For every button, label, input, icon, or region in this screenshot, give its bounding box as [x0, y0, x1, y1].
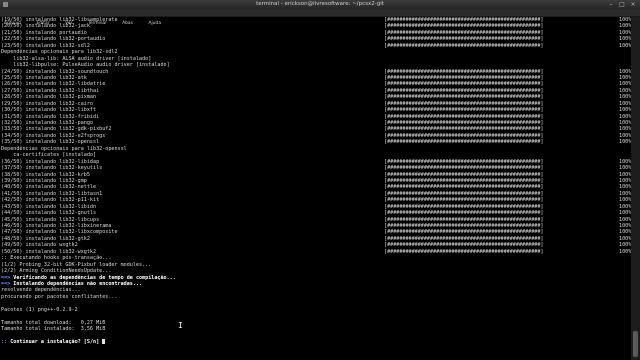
line-text: lib32-libpulse: PulseAudio audio driver … [1, 62, 170, 69]
menu-bar: Arquivo Editar Ver Terminal Abas Ajuda [0, 9, 640, 26]
line-text: (39/50) instalando lib32-gmp [1, 177, 87, 184]
line-text: (42/50) instalando lib32-p11-kit [1, 197, 100, 204]
line-text: (25/50) instalando lib32-atk [1, 74, 87, 81]
line-text: Pacotes (1) png++-0.2.9-2 [1, 306, 78, 313]
line-text: (27/50) instalando lib32-libthai [1, 87, 100, 94]
line-text: (31/50) instalando lib32-fribidi [1, 113, 100, 120]
line-text: Tamanho total download: 0,27 MiB [1, 319, 106, 326]
line-text: (28/50) instalando lib32-pixman [1, 94, 97, 101]
window-titlebar[interactable]: terminal - erickson@livresoftware: ~/pcs… [0, 0, 640, 9]
line-text: (41/50) instalando lib32-libtasn1 [1, 190, 103, 197]
line-text: (2/2) Arming ConditionNeedsUpdate... [1, 268, 112, 275]
prompt-arrow: ==> [1, 274, 11, 281]
line-text: (45/50) instalando lib32-libcups [1, 216, 100, 223]
line-text: Continuar a instalação? [S/n] [7, 338, 103, 345]
line-text: Dependências opcionais para lib32-openss… [1, 145, 127, 152]
terminal-scrollbar[interactable] [631, 17, 640, 360]
line-text: (47/50) instalando lib32-libxcomposite [1, 229, 118, 236]
close-icon[interactable]: × [628, 0, 638, 9]
terminal-app-icon [3, 2, 8, 7]
line-text: (20/50) instalando lib32-jack [1, 23, 90, 30]
line-text: (38/50) instalando lib32-krb5 [1, 171, 90, 178]
line-text: Dependências opcionais para lib32-sdl2 [1, 49, 118, 56]
line-text: Verificando as dependências de tempo de … [10, 274, 176, 281]
window-title: terminal - erickson@livresoftware: ~/pcs… [256, 1, 384, 7]
line-text: (21/50) instalando portaudio [1, 29, 87, 36]
line-text: (26/50) instalando lib32-libdatrie [1, 81, 106, 88]
line-text: (48/50) instalando lib32-gtk2 [1, 235, 90, 242]
line-text: (34/50) instalando lib32-e2fsprogs [1, 132, 106, 139]
line-text: resolvendo dependências... [1, 287, 81, 294]
line-text: (35/50) instalando lib32-openssl [1, 139, 100, 146]
maximize-icon[interactable]: □ [617, 0, 627, 9]
line-text: (50/50) instalando lib32-wxgtk2 [1, 248, 97, 255]
line-text: (24/50) instalando lib32-soundtouch [1, 68, 109, 75]
line-text: procurando por pacotes conflitantes... [1, 293, 118, 300]
line-text: (44/50) instalando lib32-gnutls [1, 210, 97, 217]
minimize-icon[interactable]: – [606, 0, 616, 9]
line-text: (1/2) Probing 32-bit GDK-Pixbuf loader m… [1, 261, 152, 268]
line-text: (49/50) instalando wxgtk2 [1, 242, 78, 249]
line-text: (22/50) instalando lib32-portaudio [1, 36, 106, 43]
text-cursor[interactable] [102, 338, 106, 344]
line-text: lib32-alsa-lib: ALSA audio driver [insta… [1, 55, 152, 62]
line-text: (29/50) instalando lib32-cairo [1, 100, 94, 107]
line-text: (43/50) instalando lib32-libidn [1, 203, 97, 210]
line-text: (40/50) instalando lib32-nettle [1, 184, 97, 191]
mouse-ibeam-cursor-icon: I [178, 321, 183, 330]
line-text: (33/50) instalando lib32-gdk-pixbuf2 [1, 126, 112, 133]
line-text: Tamanho total instalado: 3,56 MiB [1, 326, 106, 332]
line-text: (37/50) instalando lib32-keyutils [1, 165, 103, 172]
line-text: (32/50) instalando lib32-pango [1, 120, 94, 126]
line-text: (46/50) instalando lib32-libxinerama [1, 223, 112, 229]
line-text: (36/50) instalando lib32-libidap [1, 158, 100, 165]
line-text: (19/50) instalando lib32-libsamplerate [1, 17, 118, 23]
terminal-output[interactable]: (19/50) instalando lib32-libsamplerate [#… [0, 17, 631, 360]
line-text: :: Executando hooks pós-transação... [1, 255, 112, 262]
scrollbar-thumb[interactable] [633, 331, 638, 357]
line-text: (30/50) instalando lib32-libxft [1, 107, 97, 114]
terminal-line-text: :: Continuar a instalação? [S/n] [1, 338, 106, 345]
terminal-line: :: Continuar a instalação? [S/n] [0, 338, 631, 345]
line-text: (23/50) instalando lib32-sdl2 [1, 42, 90, 49]
line-text: ca-certificates [instalado] [1, 152, 97, 159]
